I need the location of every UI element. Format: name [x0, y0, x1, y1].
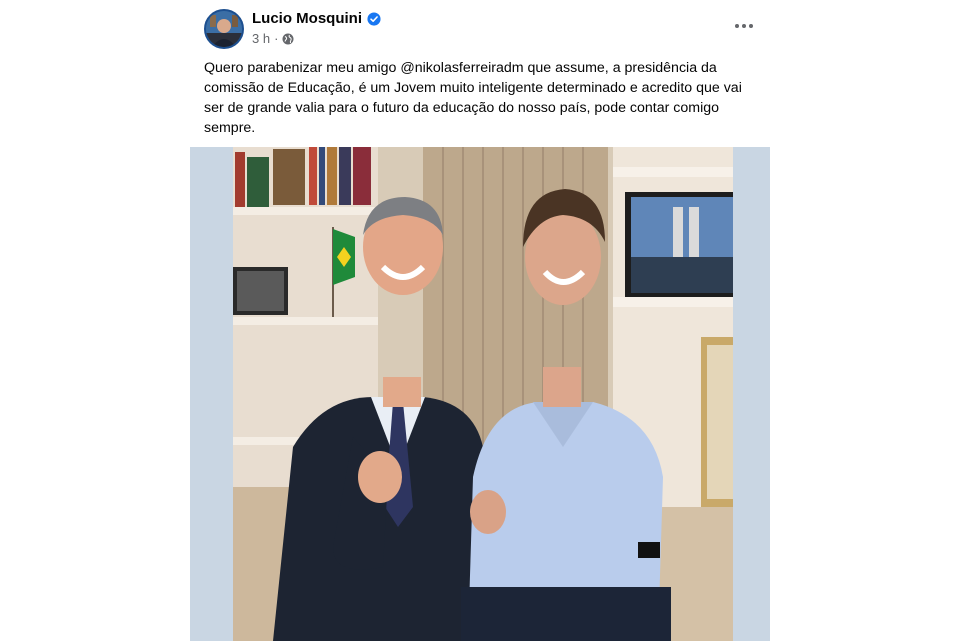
author-name[interactable]: Lucio Mosquini	[252, 10, 362, 27]
avatar-photo	[206, 11, 242, 47]
dot	[749, 24, 753, 28]
post-time[interactable]: 3 h	[252, 31, 270, 46]
post-media[interactable]	[190, 147, 770, 641]
dot	[742, 24, 746, 28]
post-text: Quero parabenizar meu amigo @nikolasferr…	[204, 60, 742, 136]
facebook-post: Lucio Mosquini 3 h · Quero parabenizar m…	[0, 0, 960, 641]
verified-badge-icon	[367, 11, 381, 26]
globe-icon[interactable]	[282, 33, 294, 45]
author-name-row: Lucio Mosquini	[252, 10, 381, 27]
post-meta: 3 h ·	[252, 31, 294, 46]
author-avatar[interactable]	[204, 9, 244, 49]
meta-separator: ·	[274, 31, 279, 46]
more-options-icon[interactable]	[733, 16, 755, 36]
dot	[735, 24, 739, 28]
post-photo	[233, 147, 733, 641]
photo-illustration	[233, 147, 733, 641]
